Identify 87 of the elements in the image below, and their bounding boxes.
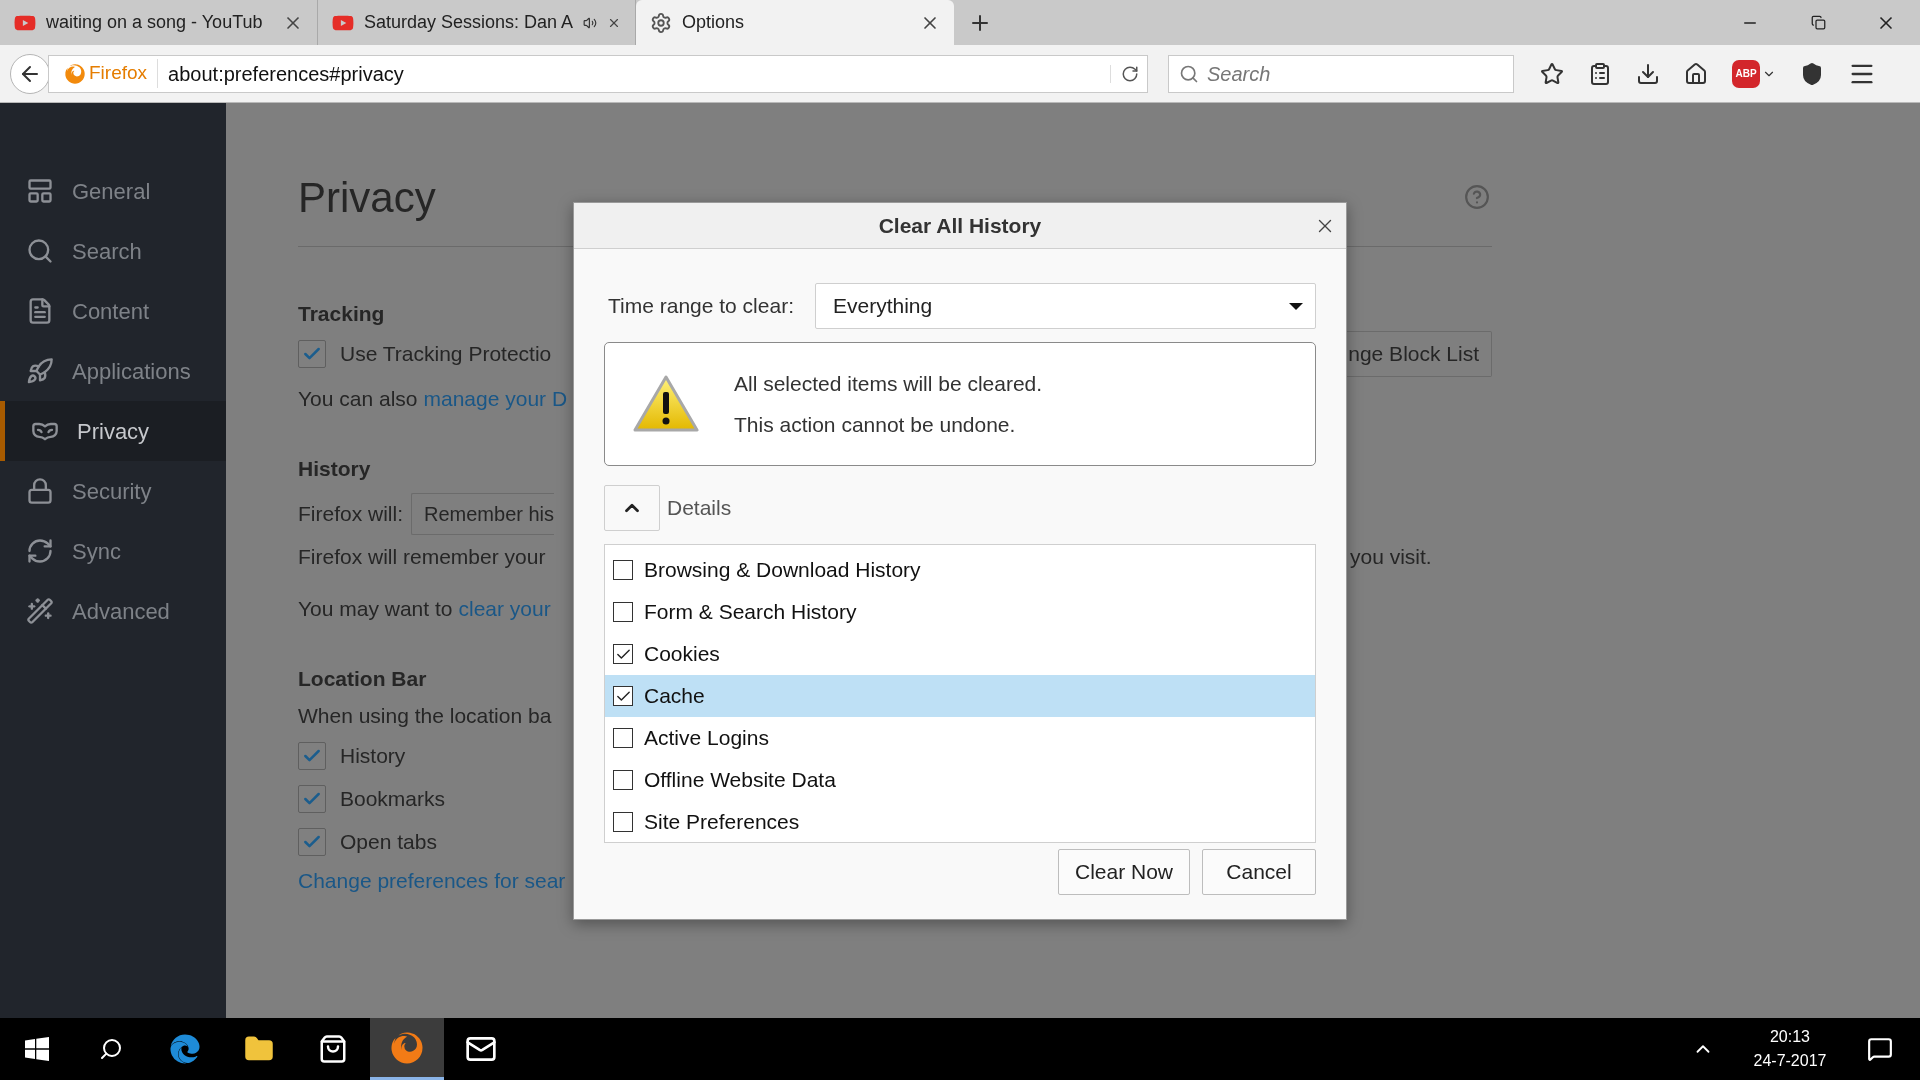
back-button[interactable] — [10, 53, 50, 94]
tab-title: Saturday Sessions: Dan A — [364, 11, 574, 34]
body-text: You may want to — [298, 596, 453, 623]
body-text: you visit. — [1350, 544, 1433, 571]
home-icon[interactable] — [1684, 61, 1708, 86]
restore-icon[interactable] — [1810, 15, 1826, 30]
body-text: Firefox will remember your — [298, 544, 546, 571]
checkbox[interactable] — [298, 828, 326, 856]
browser-e-icon[interactable] — [170, 1034, 200, 1064]
checkbox[interactable] — [613, 812, 633, 832]
search-icon — [1179, 63, 1199, 84]
checkbox-label: History — [340, 743, 406, 770]
history-mode-dropdown[interactable]: Remember his — [411, 493, 555, 535]
firefox-icon — [391, 1031, 423, 1064]
firefox-icon — [65, 63, 85, 84]
section-heading: Tracking — [298, 301, 385, 328]
field-label: Time range to clear: — [607, 293, 795, 320]
checkbox[interactable] — [298, 785, 326, 813]
list-item[interactable]: Cookies — [605, 633, 1315, 675]
reading-list-icon[interactable] — [1588, 61, 1612, 86]
dialog-button[interactable]: Cancel — [1202, 849, 1316, 895]
field-label: Firefox will: — [298, 501, 403, 528]
sidebar-item[interactable]: Search — [0, 221, 226, 281]
sidebar-item[interactable]: Content — [0, 281, 226, 341]
checkbox-label: Use Tracking Protectio — [340, 341, 552, 368]
tab-title: Options — [682, 11, 746, 34]
body-text: When using the location ba — [298, 703, 552, 730]
search-icon — [26, 237, 54, 265]
time-range-dropdown[interactable]: Everything — [815, 283, 1316, 329]
sync-icon — [26, 537, 54, 565]
clock-date[interactable]: 24-7-2017 — [1753, 1049, 1827, 1073]
reload-icon[interactable] — [1121, 64, 1139, 83]
dialog-button[interactable]: Clear Now — [1058, 849, 1190, 895]
checkbox[interactable] — [298, 742, 326, 770]
checkbox[interactable] — [613, 728, 633, 748]
address-bar[interactable]: Firefox about:preferences#privacy — [48, 54, 1148, 93]
panel-icon — [26, 177, 54, 205]
pocket-icon[interactable] — [1800, 61, 1824, 86]
section-heading: Location Bar — [298, 666, 427, 693]
checkbox-label: Open tabs — [340, 829, 437, 856]
bookmark-star-icon[interactable] — [1540, 61, 1564, 86]
list-item[interactable]: Cache — [605, 675, 1315, 717]
list-item[interactable]: Browsing & Download History — [605, 549, 1315, 591]
taskbar-button[interactable] — [370, 1018, 444, 1080]
sidebar-item[interactable]: General — [0, 161, 226, 221]
page-title: Privacy — [298, 172, 436, 223]
details-toggle-button[interactable] — [604, 485, 660, 531]
checkbox[interactable] — [613, 770, 633, 790]
list-item[interactable]: Form & Search History — [605, 591, 1315, 633]
identity-label: Firefox — [89, 59, 159, 88]
checkbox[interactable] — [613, 560, 633, 580]
details-label: Details — [667, 495, 732, 522]
warning-text: This action cannot be undone. — [734, 412, 1017, 438]
windows-logo-icon[interactable] — [25, 1037, 49, 1061]
wand-icon — [26, 597, 54, 625]
sidebar-item[interactable]: Applications — [0, 341, 226, 401]
checkbox[interactable] — [613, 686, 633, 706]
clock-time[interactable]: 20:13 — [1769, 1025, 1810, 1049]
block-list-button[interactable]: nge Block List — [1347, 331, 1492, 377]
download-icon[interactable] — [1636, 61, 1660, 86]
checkbox[interactable] — [613, 644, 633, 664]
shopping-bag-icon[interactable] — [318, 1034, 348, 1064]
list-item[interactable]: Offline Website Data — [605, 759, 1315, 801]
dropdown-caret-icon — [1289, 302, 1303, 310]
checkbox-label: Bookmarks — [340, 786, 446, 813]
search-field[interactable]: Search — [1168, 54, 1514, 93]
sidebar-item[interactable]: Security — [0, 461, 226, 521]
list-item[interactable]: Site Preferences — [605, 801, 1315, 843]
checkbox[interactable] — [613, 602, 633, 622]
checkbox[interactable] — [298, 340, 326, 368]
lock-icon — [26, 477, 54, 505]
browser-tab[interactable]: Options — [636, 0, 954, 45]
sidebar-item[interactable]: Sync — [0, 521, 226, 581]
list-item[interactable]: Active Logins — [605, 717, 1315, 759]
warning-text: All selected items will be cleared. — [734, 370, 1043, 397]
notification-icon[interactable] — [1867, 1036, 1893, 1062]
settings-icon — [650, 11, 672, 34]
search-icon[interactable] — [99, 1037, 123, 1061]
url-text: about:preferences#privacy — [168, 61, 405, 87]
section-heading: History — [298, 456, 371, 483]
sidebar-item[interactable]: Privacy — [0, 401, 226, 461]
sidebar-item[interactable]: Advanced — [0, 581, 226, 641]
body-text: You can also — [298, 386, 418, 413]
rocket-icon — [26, 357, 54, 385]
dialog-title: Clear All History — [878, 212, 1042, 239]
tab-title: waiting on a song - YouTub — [46, 11, 264, 34]
warning-icon — [633, 375, 699, 433]
